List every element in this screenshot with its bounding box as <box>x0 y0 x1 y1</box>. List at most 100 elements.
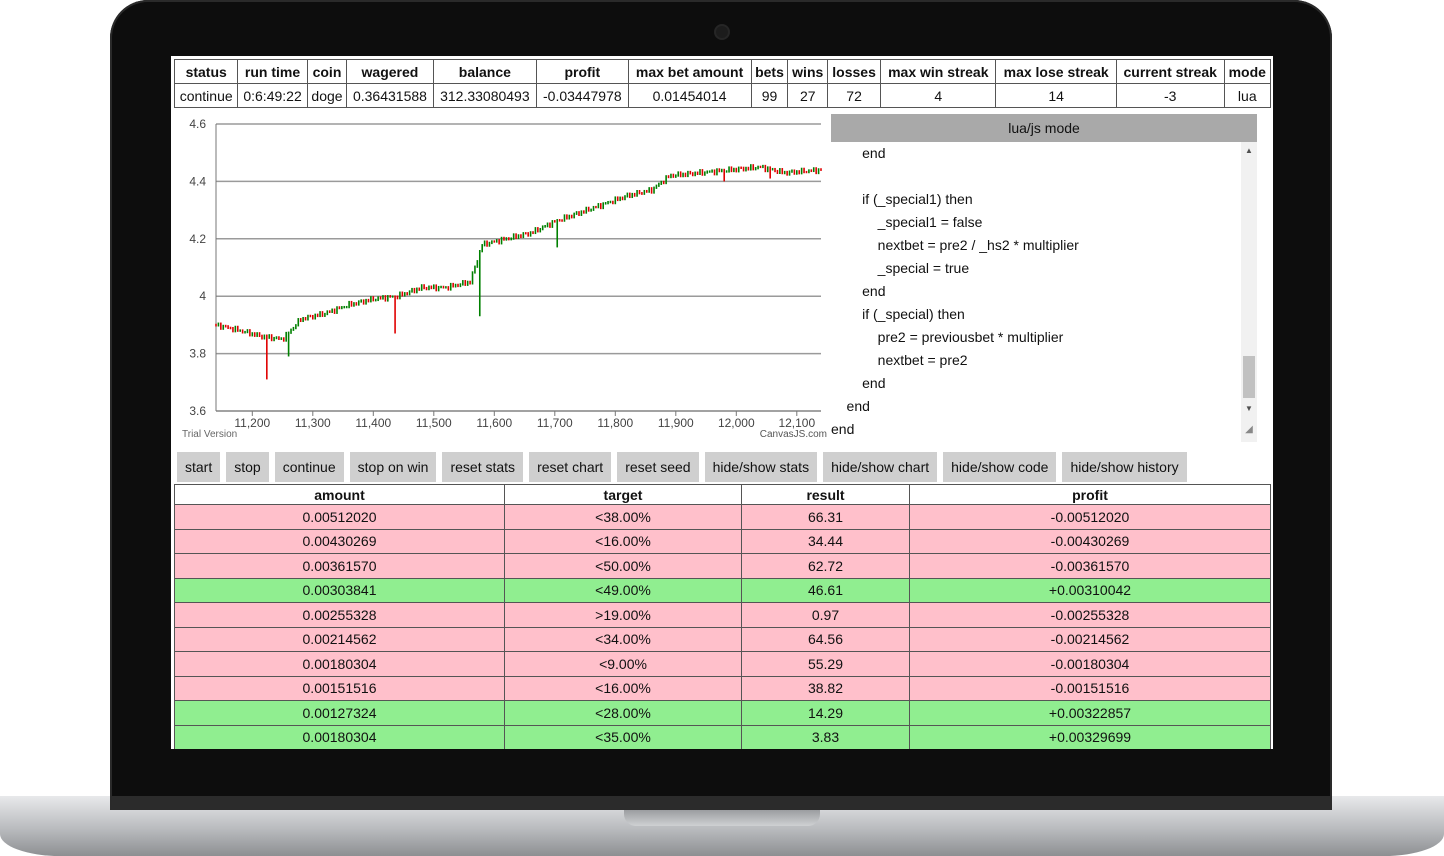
history-target: <9.00% <box>504 651 742 677</box>
code-line: _special = true <box>831 260 970 276</box>
history-profit: -0.00180304 <box>909 651 1271 677</box>
history-amount: 0.00255328 <box>174 602 505 628</box>
history-body: 0.00512020 <38.00% 66.31 -0.00512020 0.00430… <box>174 504 1271 749</box>
history-header-profit: profit <box>909 484 1271 505</box>
history-amount: 0.00512020 <box>174 504 505 530</box>
stats-header-losses: losses <box>826 59 882 84</box>
resize-grip-icon[interactable]: ◢ <box>1241 420 1257 440</box>
history-amount: 0.00303841 <box>174 577 505 603</box>
hide-show-history-button[interactable]: hide/show history <box>1062 452 1187 482</box>
history-target: <16.00% <box>504 675 742 701</box>
history-target: <35.00% <box>504 724 742 749</box>
history-result: 46.61 <box>741 577 910 603</box>
stats-header-wins: wins <box>787 59 828 84</box>
stats-losses: 72 <box>826 83 882 108</box>
reset-seed-button[interactable]: reset seed <box>617 452 699 482</box>
x-tick-label: 11,300 <box>295 416 331 430</box>
history-header-result: result <box>741 484 910 505</box>
history-profit: -0.00361570 <box>909 553 1271 579</box>
laptop-hinge <box>110 796 1332 810</box>
stats-header-balance: balance <box>432 59 538 84</box>
history-target: <38.00% <box>504 504 742 530</box>
stats-header-profit: profit <box>536 59 629 84</box>
y-tick-label: 4 <box>199 289 206 303</box>
scroll-down-icon[interactable]: ▼ <box>1241 402 1257 416</box>
history-amount: 0.00180304 <box>174 724 505 749</box>
code-line: nextbet = pre2 / _hs2 * multiplier <box>831 237 1079 253</box>
history-target: <28.00% <box>504 700 742 726</box>
code-editor-text[interactable]: end if (_special1) then _special1 = fals… <box>831 142 1241 440</box>
hide-show-stats-button[interactable]: hide/show stats <box>704 452 818 482</box>
history-result: 62.72 <box>741 553 910 579</box>
stats-coin: doge <box>306 83 348 108</box>
y-tick-label: 4.2 <box>189 232 206 246</box>
history-result: 64.56 <box>741 626 910 652</box>
stop-button[interactable]: stop <box>226 452 269 482</box>
scroll-up-icon[interactable]: ▲ <box>1241 144 1257 158</box>
x-tick-label: 11,700 <box>537 416 573 430</box>
stats-header-max-lose-streak: max lose streak <box>995 59 1117 84</box>
stats-header-wagered: wagered <box>346 59 434 84</box>
history-row: 0.00361570 <50.00% 62.72 -0.00361570 <box>174 553 1271 579</box>
history-row: 0.00255328 >19.00% 0.97 -0.00255328 <box>174 602 1271 628</box>
y-tick-label: 4.6 <box>189 117 206 131</box>
code-scrollbar[interactable]: ▲ ▼ ◢ <box>1241 142 1257 442</box>
app-screen: status run time coin wagered balance pro… <box>171 56 1273 749</box>
balance-chart: 3.6 3.8 4 4.2 4.4 4.6 11,200 11,300 11,400 11,500… <box>174 114 829 442</box>
stats-wins: 27 <box>787 83 828 108</box>
x-tick-label: 11,200 <box>234 416 270 430</box>
canvasjs-credit: CanvasJS.com <box>760 429 827 440</box>
x-tick-label: 12,000 <box>718 416 755 430</box>
history-amount: 0.00151516 <box>174 675 505 701</box>
history-profit: -0.00512020 <box>909 504 1271 530</box>
history-profit: -0.00430269 <box>909 528 1271 554</box>
history-row: 0.00180304 <35.00% 3.83 +0.00329699 <box>174 724 1271 749</box>
stats-value-row: continue 0:6:49:22 doge 0.36431588 312.3… <box>173 83 1272 108</box>
stats-header-coin: coin <box>306 59 348 84</box>
history-profit: +0.00310042 <box>909 577 1271 603</box>
stop-on-win-button[interactable]: stop on win <box>349 452 437 482</box>
trial-version-label: Trial Version <box>182 429 237 440</box>
stats-run-time: 0:6:49:22 <box>237 83 308 108</box>
stats-wagered: 0.36431588 <box>346 83 434 108</box>
start-button[interactable]: start <box>177 452 221 482</box>
x-tick-label: 11,500 <box>416 416 452 430</box>
x-tick-label: 11,400 <box>355 416 391 430</box>
history-row: 0.00430269 <16.00% 34.44 -0.00430269 <box>174 528 1271 554</box>
code-line: if (_special) then <box>831 306 965 322</box>
stats-bets: 99 <box>750 83 789 108</box>
history-profit: -0.00151516 <box>909 675 1271 701</box>
history-profit: +0.00329699 <box>909 724 1271 749</box>
history-amount: 0.00127324 <box>174 700 505 726</box>
control-buttons: start stop continue stop on win reset st… <box>177 452 1187 482</box>
x-tick-label: 12,100 <box>778 416 815 430</box>
code-line: _special1 = false <box>831 214 983 230</box>
code-line: end <box>831 421 855 437</box>
stats-header-status: status <box>173 59 239 84</box>
reset-stats-button[interactable]: reset stats <box>442 452 524 482</box>
code-editor[interactable]: lua/js mode end if (_special1) then _spe… <box>831 114 1257 442</box>
continue-button[interactable]: continue <box>274 452 344 482</box>
history-profit: +0.00322857 <box>909 700 1271 726</box>
y-tick-label: 3.8 <box>189 347 206 361</box>
code-line: if (_special1) then <box>831 191 973 207</box>
history-row: 0.00151516 <16.00% 38.82 -0.00151516 <box>174 675 1271 701</box>
reset-chart-button[interactable]: reset chart <box>529 452 612 482</box>
code-line: pre2 = previousbet * multiplier <box>831 329 1064 345</box>
hide-show-code-button[interactable]: hide/show code <box>943 452 1057 482</box>
hide-show-chart-button[interactable]: hide/show chart <box>823 452 938 482</box>
stats-header-bets: bets <box>750 59 789 84</box>
stats-max-lose-streak: 14 <box>995 83 1117 108</box>
history-target: >19.00% <box>504 602 742 628</box>
scroll-thumb[interactable] <box>1243 356 1255 398</box>
history-header-row: amount target result profit <box>174 484 1271 505</box>
stats-max-bet: 0.01454014 <box>627 83 752 108</box>
y-tick-label: 3.6 <box>189 404 206 418</box>
history-row: 0.00214562 <34.00% 64.56 -0.00214562 <box>174 626 1271 652</box>
history-target: <34.00% <box>504 626 742 652</box>
stats-header-run-time: run time <box>237 59 308 84</box>
chart-svg: 3.6 3.8 4 4.2 4.4 4.6 11,200 11,300 11,400 11,500… <box>182 117 827 440</box>
history-row: 0.00303841 <49.00% 46.61 +0.00310042 <box>174 577 1271 603</box>
code-line: end <box>831 283 886 299</box>
